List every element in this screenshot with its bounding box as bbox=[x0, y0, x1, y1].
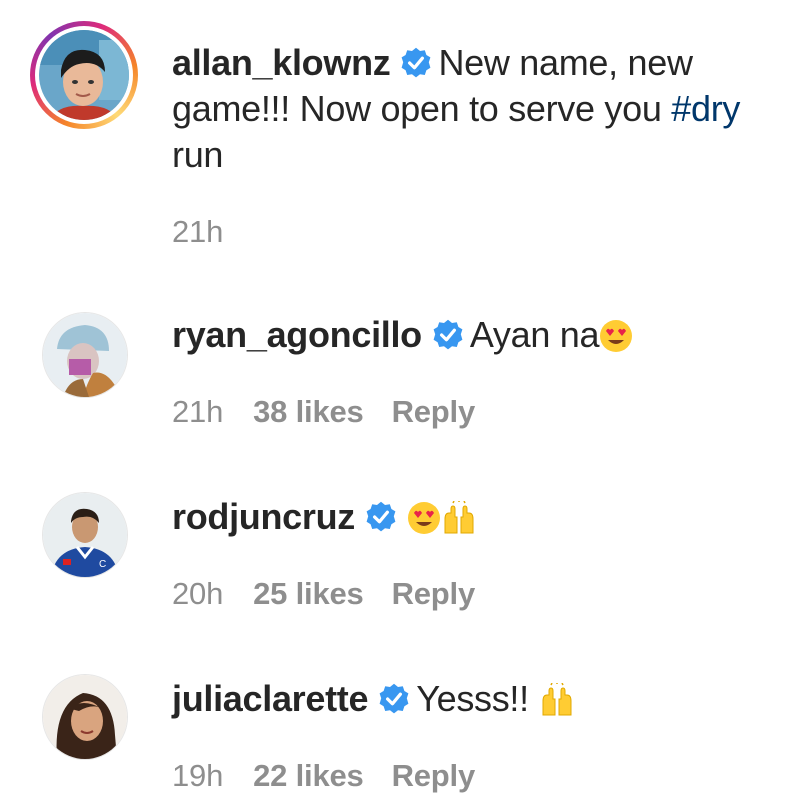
verified-badge-icon bbox=[366, 501, 396, 532]
timestamp: 21h bbox=[172, 394, 224, 429]
reply-button[interactable]: Reply bbox=[392, 758, 476, 793]
comment-meta: 19h 22 likes Reply bbox=[172, 758, 503, 794]
caption-comment: allan_klownz New name, new game!!! Now op… bbox=[0, 0, 800, 260]
likes-count[interactable]: 38 likes bbox=[253, 394, 364, 429]
likes-count[interactable]: 22 likes bbox=[253, 758, 364, 793]
svg-text:C: C bbox=[99, 559, 106, 570]
username[interactable]: rodjuncruz bbox=[172, 496, 355, 537]
comment-meta: 20h 25 likes Reply bbox=[172, 576, 503, 612]
heart-eyes-emoji bbox=[408, 502, 440, 534]
hashtag-link[interactable]: #dry bbox=[671, 88, 740, 129]
comment-meta: 21h 38 likes Reply bbox=[172, 394, 503, 430]
timestamp: 20h bbox=[172, 576, 224, 611]
username[interactable]: allan_klownz bbox=[172, 42, 391, 83]
avatar[interactable] bbox=[42, 312, 128, 398]
timestamp: 19h bbox=[172, 758, 224, 793]
comment-message-cont: run bbox=[172, 134, 224, 175]
comment-message: Yesss!! bbox=[416, 678, 529, 719]
avatar[interactable] bbox=[42, 674, 128, 760]
comment-text: allan_klownz New name, new game!!! Now op… bbox=[172, 40, 782, 178]
timestamp: 21h bbox=[172, 214, 224, 249]
comment-message: Ayan na bbox=[469, 314, 600, 355]
avatar[interactable]: C bbox=[42, 492, 128, 578]
raising-hands-emoji bbox=[444, 501, 474, 534]
username[interactable]: ryan_agoncillo bbox=[172, 314, 422, 355]
comment-text: rodjuncruz bbox=[172, 494, 782, 540]
comment-item: ryan_agoncillo Ayan na 21h 38 likes Reply bbox=[0, 290, 800, 450]
verified-badge-icon bbox=[402, 47, 431, 78]
comment-text: ryan_agoncillo Ayan na bbox=[172, 312, 782, 358]
verified-badge-icon bbox=[433, 319, 463, 350]
avatar[interactable] bbox=[39, 30, 129, 120]
username[interactable]: juliaclarette bbox=[172, 678, 369, 719]
comment-text: juliaclarette Yesss!! bbox=[172, 676, 782, 722]
reply-button[interactable]: Reply bbox=[392, 394, 476, 429]
comment-meta: 21h bbox=[172, 214, 253, 250]
heart-eyes-emoji bbox=[600, 320, 633, 352]
raising-hands-emoji bbox=[542, 683, 572, 716]
verified-badge-icon bbox=[379, 683, 409, 714]
reply-button[interactable]: Reply bbox=[392, 576, 476, 611]
likes-count[interactable]: 25 likes bbox=[253, 576, 364, 611]
comment-item: C rodjuncruz 20h 25 likes Reply bbox=[0, 472, 800, 632]
comment-item: juliaclarette Yesss!! 19h 22 likes Reply bbox=[0, 654, 800, 812]
